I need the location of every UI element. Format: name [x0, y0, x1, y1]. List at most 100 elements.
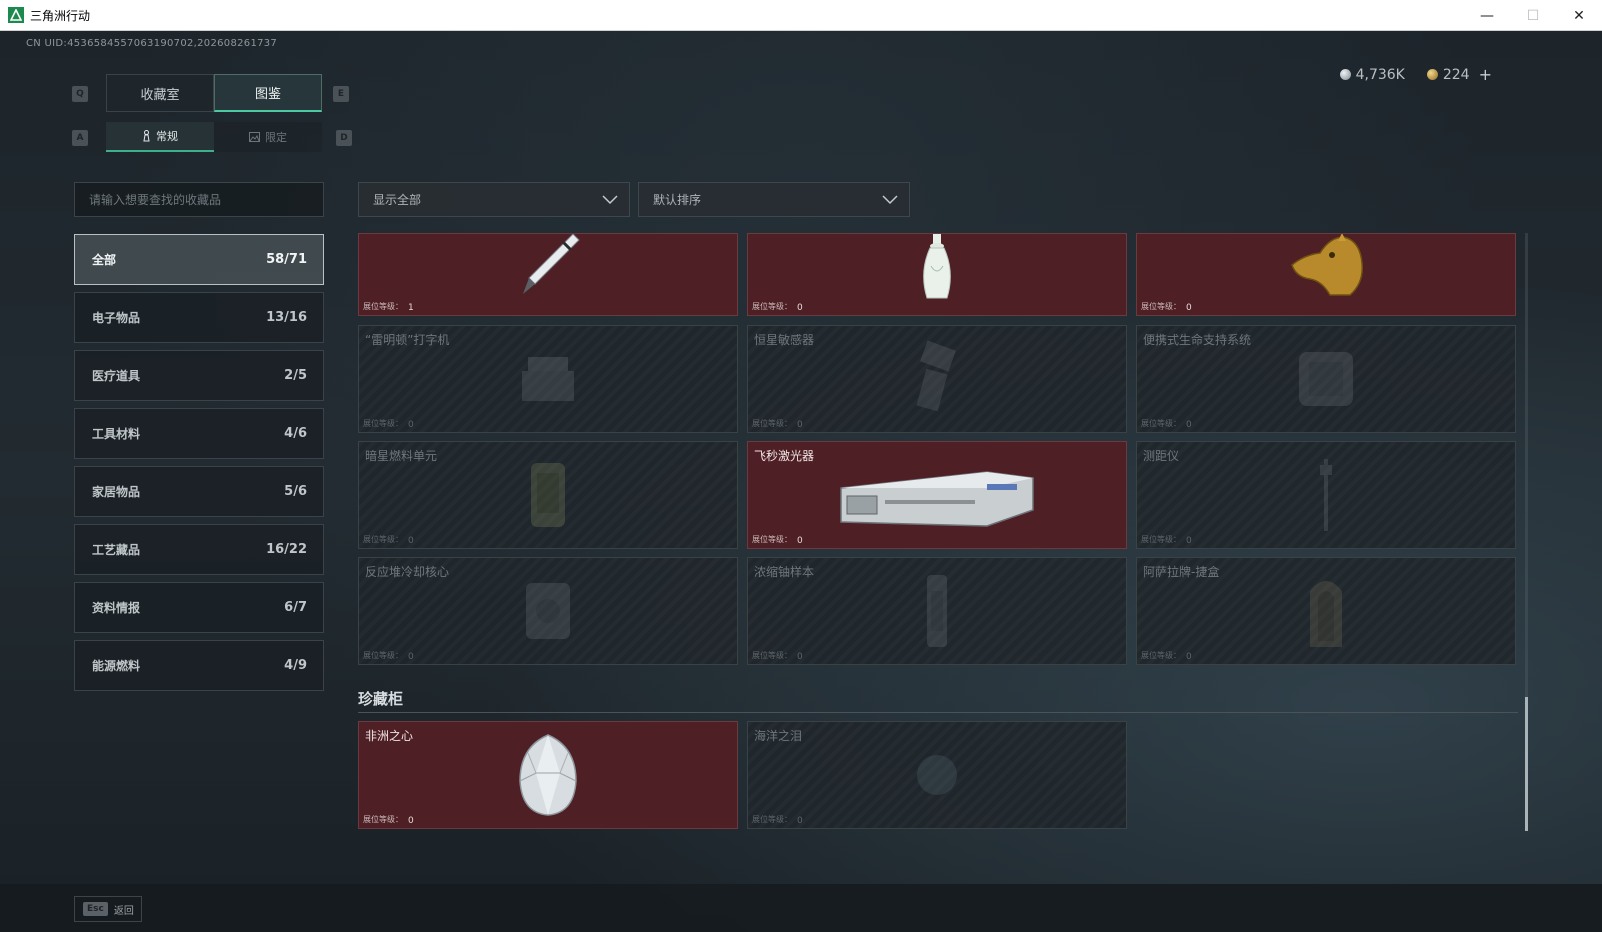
- level-value: 0: [797, 420, 803, 430]
- silver-currency: 4,736K: [1339, 65, 1405, 84]
- collection-card[interactable]: 恒星敏感器 展位等级： 0: [747, 325, 1127, 433]
- category-tools[interactable]: 工具材料 4/6: [74, 408, 324, 459]
- add-currency-button[interactable]: +: [1479, 65, 1492, 84]
- tab-limited[interactable]: 限定: [214, 122, 322, 152]
- chevron-down-icon: [602, 195, 618, 205]
- collection-card[interactable]: 展位等级： 0: [1136, 233, 1516, 316]
- level-label: 展位等级：: [752, 815, 792, 824]
- filter-dropdown-value: 显示全部: [373, 193, 422, 207]
- item-name: 非洲之心: [365, 729, 414, 743]
- tab-collection-room[interactable]: 收藏室: [106, 74, 214, 112]
- category-household[interactable]: 家居物品 5/6: [74, 466, 324, 517]
- collection-card[interactable]: “雷明顿”打字机 展位等级： 0: [358, 325, 738, 433]
- collection-card[interactable]: 展位等级： 1: [358, 233, 738, 316]
- category-medical[interactable]: 医疗道具 2/5: [74, 350, 324, 401]
- maximize-button[interactable]: ☐: [1510, 0, 1556, 31]
- category-all[interactable]: 全部 58/71: [74, 234, 324, 285]
- item-name: 海洋之泪: [754, 729, 803, 743]
- level-label: 展位等级：: [752, 419, 792, 428]
- filter-dropdown[interactable]: 显示全部: [358, 182, 630, 217]
- level-value: 0: [797, 536, 803, 546]
- item-name: 浓缩铀样本: [754, 565, 815, 579]
- silver-coin-icon: [1339, 69, 1351, 80]
- pawn-icon: [143, 130, 150, 142]
- fountain-pen-icon: [523, 234, 580, 294]
- level-value: 0: [408, 816, 414, 826]
- collection-card[interactable]: 飞秒激光器 展位等级： 0: [747, 441, 1127, 549]
- bottom-bar: Esc 返回: [0, 884, 1602, 932]
- collection-card[interactable]: 暗星燃料单元 展位等级： 0: [358, 441, 738, 549]
- chevron-down-icon: [882, 195, 898, 205]
- level-value: 0: [1186, 652, 1192, 662]
- tab-catalog[interactable]: 图鉴: [214, 74, 322, 112]
- category-energy[interactable]: 能源燃料 4/9: [74, 640, 324, 691]
- fuel-cell-icon: [531, 463, 565, 527]
- level-label: 展位等级：: [363, 815, 403, 824]
- collection-card[interactable]: 浓缩铀样本 展位等级： 0: [747, 557, 1127, 665]
- key-hint-a[interactable]: A: [72, 130, 88, 146]
- category-label: 家居物品: [92, 485, 141, 499]
- category-count: 58/71: [266, 252, 307, 267]
- card-box-icon: [1310, 581, 1342, 647]
- category-label: 医疗道具: [92, 369, 141, 383]
- key-hint-e[interactable]: E: [333, 86, 349, 102]
- currency-bar: 4,736K 224 +: [1339, 65, 1492, 84]
- search-input[interactable]: [74, 182, 324, 217]
- category-count: 6/7: [284, 600, 307, 615]
- back-label: 返回: [113, 905, 134, 917]
- collection-card[interactable]: 展位等级： 0: [747, 233, 1127, 316]
- gold-currency: 224 +: [1426, 65, 1492, 84]
- uid-text: CN UID:4536584557063190702,202608261737: [26, 38, 278, 49]
- category-count: 5/6: [284, 484, 307, 499]
- level-value: 0: [1186, 420, 1192, 430]
- porcelain-vase-icon: [923, 234, 951, 299]
- category-count: 16/22: [266, 542, 307, 557]
- minimize-button[interactable]: —: [1464, 0, 1510, 31]
- close-button[interactable]: ✕: [1556, 0, 1602, 31]
- scrollbar-thumb[interactable]: [1525, 697, 1528, 831]
- diamond-icon: [519, 734, 577, 816]
- category-electronics[interactable]: 电子物品 13/16: [74, 292, 324, 343]
- key-hint-q[interactable]: Q: [72, 86, 88, 102]
- level-value: 0: [408, 420, 414, 430]
- item-name: 反应堆冷却核心: [365, 565, 450, 579]
- category-label: 全部: [92, 253, 117, 267]
- typewriter-icon: [522, 357, 574, 401]
- uranium-sample-icon: [927, 575, 947, 647]
- gold-coin-icon: [1426, 69, 1438, 80]
- collection-card[interactable]: 测距仪 展位等级： 0: [1136, 441, 1516, 549]
- key-hint-d[interactable]: D: [336, 130, 352, 146]
- collection-card[interactable]: 反应堆冷却核心 展位等级： 0: [358, 557, 738, 665]
- sort-dropdown-value: 默认排序: [653, 193, 702, 207]
- level-label: 展位等级：: [1141, 419, 1181, 428]
- item-name: 飞秒激光器: [754, 449, 815, 463]
- item-name: 恒星敏感器: [754, 333, 815, 347]
- level-label: 展位等级：: [363, 535, 403, 544]
- category-intel[interactable]: 资料情报 6/7: [74, 582, 324, 633]
- tab-regular[interactable]: 常规: [106, 122, 214, 152]
- category-crafts[interactable]: 工艺藏品 16/22: [74, 524, 324, 575]
- level-label: 展位等级：: [752, 535, 792, 544]
- tab-regular-label: 常规: [156, 130, 178, 143]
- sort-dropdown[interactable]: 默认排序: [638, 182, 910, 217]
- level-label: 展位等级：: [752, 651, 792, 660]
- sub-tabs: 常规 限定: [106, 122, 322, 152]
- vault-card[interactable]: 非洲之心 展位等级： 0: [358, 721, 738, 829]
- vault-card[interactable]: 海洋之泪 展位等级： 0: [747, 721, 1127, 829]
- level-label: 展位等级：: [1141, 651, 1181, 660]
- level-label: 展位等级：: [363, 419, 403, 428]
- section-divider: [358, 712, 1518, 713]
- tab-limited-label: 限定: [265, 131, 287, 144]
- collection-card[interactable]: 便携式生命支持系统 展位等级： 0: [1136, 325, 1516, 433]
- app-logo-icon: [8, 7, 24, 23]
- category-count: 4/9: [284, 658, 307, 673]
- window-title: 三角洲行动: [30, 8, 91, 23]
- level-value: 0: [1186, 536, 1192, 546]
- collection-card[interactable]: 阿萨拉牌-捷盒 展位等级： 0: [1136, 557, 1516, 665]
- item-name: 便携式生命支持系统: [1143, 333, 1252, 347]
- level-value: 0: [408, 536, 414, 546]
- back-button[interactable]: Esc 返回: [74, 896, 142, 922]
- category-count: 2/5: [284, 368, 307, 383]
- category-count: 13/16: [266, 310, 307, 325]
- item-name: “雷明顿”打字机: [365, 333, 450, 347]
